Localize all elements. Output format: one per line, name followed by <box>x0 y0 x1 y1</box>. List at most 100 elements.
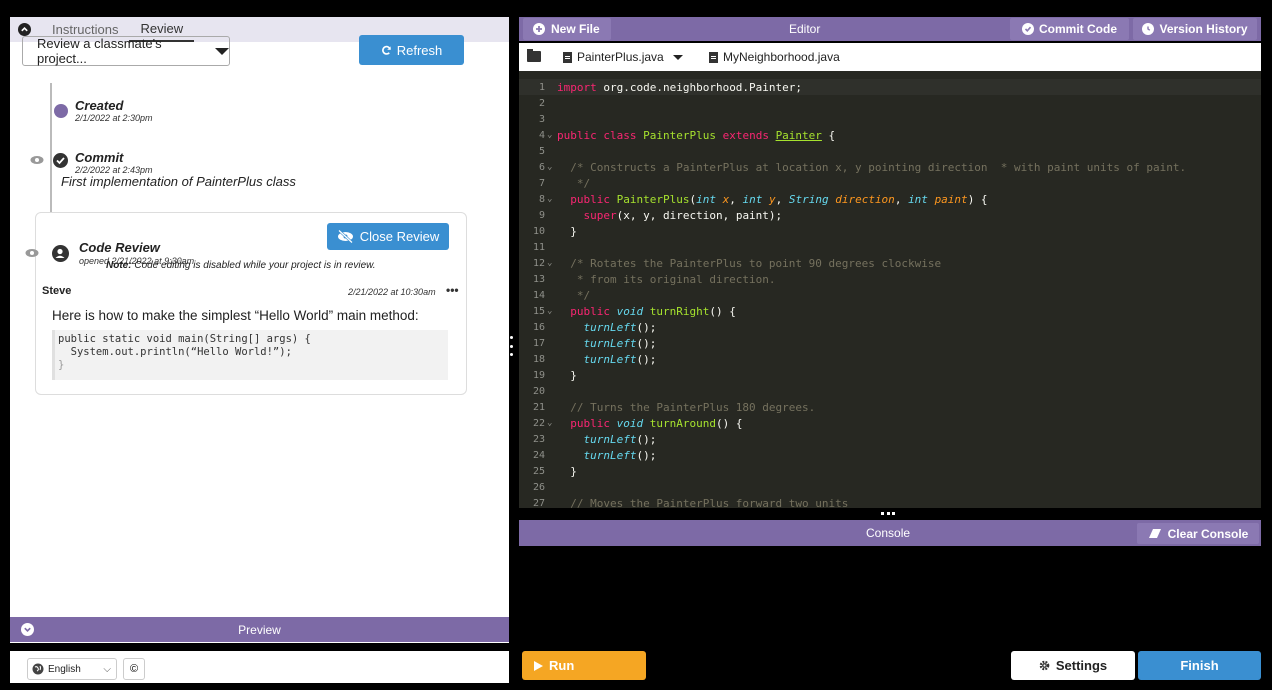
code-token: (); <box>636 448 657 462</box>
code-editor[interactable]: 1 import org.code.neighborhood.Painter; 2 3… <box>519 71 1261 508</box>
code-token: void <box>616 304 650 318</box>
code-line[interactable]: 4 ⌄ public class PainterPlus extends Paint… <box>519 127 1261 143</box>
line-number: 11 <box>532 241 545 253</box>
code-line[interactable]: 21 // Turns the PainterPlus 180 degrees. <box>519 399 1261 415</box>
code-token: /* Rotates the PainterPlus to point 90 d… <box>557 256 942 270</box>
settings-label: Settings <box>1055 658 1108 673</box>
line-number: 20 <box>532 385 545 397</box>
fold-arrow-icon[interactable]: ⌄ <box>545 306 557 316</box>
code-line[interactable]: 24 turnLeft (); <box>519 447 1261 463</box>
code-line[interactable]: 11 <box>519 239 1261 255</box>
preview-bar[interactable]: Preview <box>10 617 509 642</box>
editor-header: New File Editor Commit Code Version Hist… <box>519 17 1261 41</box>
caret-down-icon[interactable] <box>672 54 683 60</box>
settings-button[interactable]: Settings <box>1011 651 1135 680</box>
fold-arrow-icon[interactable]: ⌄ <box>545 130 557 140</box>
code-token: public <box>557 416 617 430</box>
line-number: 22 <box>532 417 545 429</box>
code-line[interactable]: 18 turnLeft (); <box>519 351 1261 367</box>
code-line[interactable]: 26 <box>519 479 1261 495</box>
reviewer-avatar-icon <box>52 245 69 262</box>
panel-resize-handle[interactable] <box>510 336 513 356</box>
code-token: turnAround <box>649 416 716 430</box>
line-number: 1 <box>538 81 545 93</box>
code-token: turnLeft <box>557 448 637 462</box>
code-line[interactable]: 19 } <box>519 367 1261 383</box>
line-number: 21 <box>532 401 545 413</box>
code-line[interactable]: 27 // Moves the PainterPlus forward two … <box>519 495 1261 509</box>
version-history-button[interactable]: Version History <box>1133 18 1257 40</box>
code-token: } <box>557 368 577 382</box>
run-button[interactable]: Run <box>522 651 646 680</box>
commit-check-icon <box>53 153 68 168</box>
eye-slash-icon <box>337 230 353 243</box>
preview-label: Preview <box>238 622 281 637</box>
folder-icon[interactable] <box>527 49 541 62</box>
code-token: } <box>557 224 577 238</box>
finish-button[interactable]: Finish <box>1138 651 1261 680</box>
code-line[interactable]: 22 ⌄ public void turnAround() { <box>519 415 1261 431</box>
code-line[interactable]: 3 <box>519 111 1261 127</box>
fold-arrow-icon[interactable]: ⌄ <box>545 258 557 268</box>
code-line[interactable]: 1 import org.code.neighborhood.Painter; <box>519 79 1261 95</box>
fold-arrow-icon[interactable]: ⌄ <box>545 418 557 428</box>
code-line[interactable]: 10 } <box>519 223 1261 239</box>
code-line[interactable]: 14 */ <box>519 287 1261 303</box>
code-line[interactable]: 20 <box>519 383 1261 399</box>
collapse-toggle-icon[interactable] <box>18 23 31 36</box>
code-token: int <box>908 192 935 206</box>
code-line[interactable]: 23 turnLeft (); <box>519 431 1261 447</box>
line-number: 17 <box>532 337 545 349</box>
code-line[interactable]: 6 ⌄ /* Constructs a PainterPlus at locati… <box>519 159 1261 175</box>
line-number: 24 <box>532 449 545 461</box>
code-token: /* Constructs a PainterPlus at location … <box>557 160 1187 174</box>
code-line[interactable]: 7 */ <box>519 175 1261 191</box>
globe-icon <box>32 663 44 675</box>
footer-left: English ⌵ © <box>10 651 509 683</box>
clock-icon <box>1142 23 1155 35</box>
code-token: public <box>557 304 617 318</box>
gear-icon <box>1039 660 1050 671</box>
chevron-down-icon[interactable] <box>21 623 34 636</box>
code-token: int <box>696 192 723 206</box>
code-line[interactable]: 8 ⌄ public PainterPlus(int x, int y, Stri… <box>519 191 1261 207</box>
clear-console-button[interactable]: Clear Console <box>1137 523 1259 544</box>
code-line[interactable]: 15 ⌄ public void turnRight() { <box>519 303 1261 319</box>
review-project-dropdown[interactable]: Review a classmate's project... <box>22 36 230 66</box>
code-line[interactable]: 2 <box>519 95 1261 111</box>
code-line[interactable]: 16 turnLeft (); <box>519 319 1261 335</box>
code-line[interactable]: 9 super (x, y, direction, paint); <box>519 207 1261 223</box>
plus-icon <box>533 23 545 35</box>
play-icon <box>534 660 543 671</box>
new-file-button[interactable]: New File <box>523 18 611 40</box>
close-review-button[interactable]: Close Review <box>327 223 449 250</box>
line-number: 3 <box>538 113 545 125</box>
code-token: int <box>742 192 769 206</box>
copyright-button[interactable]: © <box>123 658 145 680</box>
code-line[interactable]: 17 turnLeft (); <box>519 335 1261 351</box>
comment-menu-icon[interactable]: ••• <box>446 283 459 297</box>
eye-icon[interactable] <box>25 248 39 258</box>
fold-arrow-icon[interactable]: ⌄ <box>545 194 557 204</box>
line-number: 25 <box>532 465 545 477</box>
file-tab-myneighborhood[interactable]: MyNeighborhood.java <box>709 43 879 71</box>
file-tab-painterplus[interactable]: PainterPlus.java <box>555 43 695 71</box>
code-line[interactable]: 12 ⌄ /* Rotates the PainterPlus to point … <box>519 255 1261 271</box>
eye-icon[interactable] <box>30 155 44 165</box>
commit-code-button[interactable]: Commit Code <box>1010 18 1129 40</box>
review-note: Note: Code editing is disabled while you… <box>106 260 376 271</box>
code-token: // Turns the PainterPlus 180 degrees. <box>557 400 816 414</box>
line-number: 5 <box>538 145 545 157</box>
language-select[interactable]: English ⌵ <box>27 658 117 680</box>
code-line[interactable]: 13 * from its original direction. <box>519 271 1261 287</box>
code-line[interactable]: 5 <box>519 143 1261 159</box>
console-output[interactable] <box>519 546 1261 644</box>
code-token: public class <box>557 128 644 142</box>
editor-console-splitter[interactable] <box>519 508 1261 520</box>
refresh-button[interactable]: Refresh <box>359 35 464 65</box>
code-token: Painter <box>775 128 822 142</box>
code-line[interactable]: 25 } <box>519 463 1261 479</box>
code-token: PainterPlus <box>643 128 723 142</box>
fold-arrow-icon[interactable]: ⌄ <box>545 162 557 172</box>
commit-title: Commit <box>75 150 124 165</box>
